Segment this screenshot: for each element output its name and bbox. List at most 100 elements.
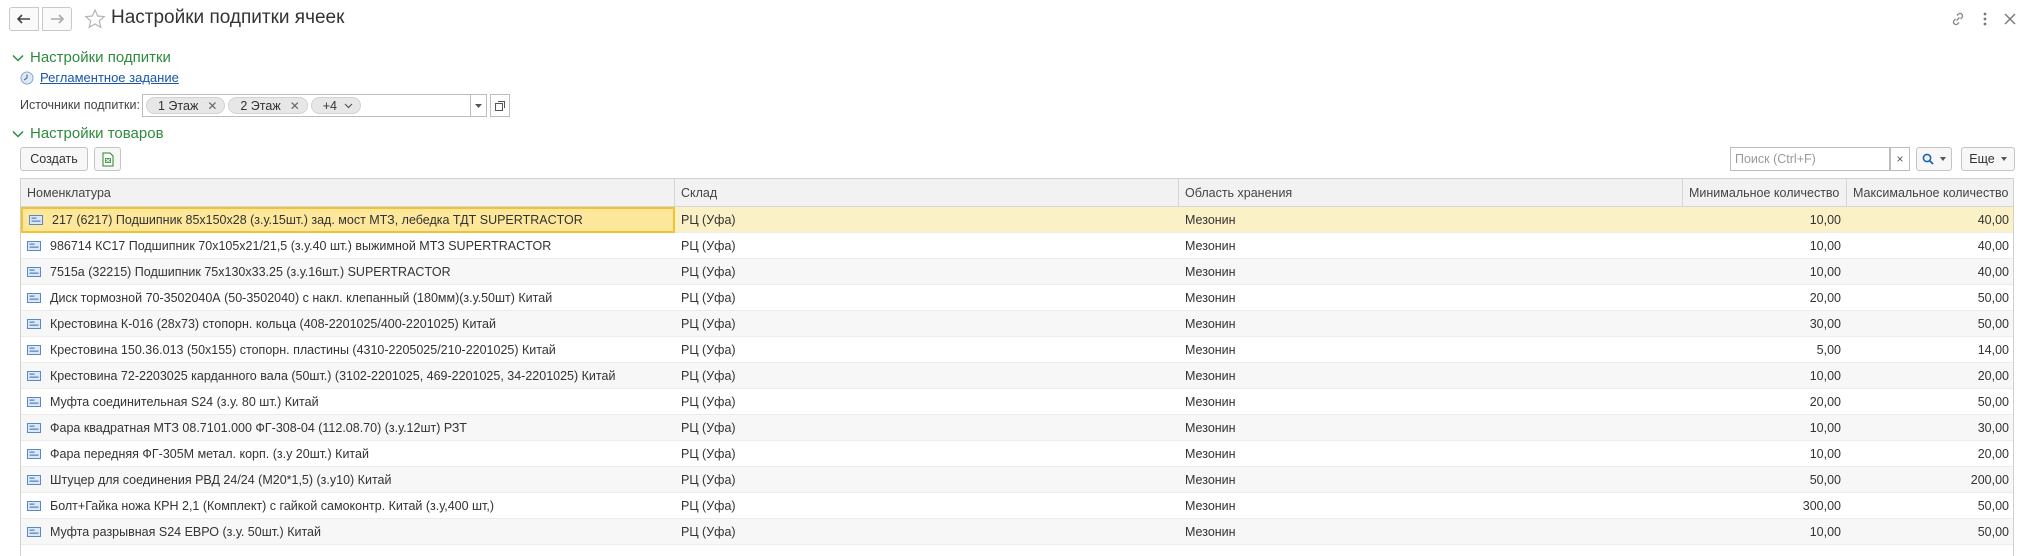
table-row[interactable]: Фара квадратная МТЗ 08.7101.000 ФГ-308-0… [21,415,2013,441]
item-cell[interactable]: Диск тормозной 70-3502040А (50-3502040) … [21,285,675,311]
group-replenish-settings[interactable]: Настройки подпитки [11,49,171,66]
min-qty-cell[interactable]: 300,00 [1683,493,1847,519]
max-qty-cell[interactable]: 30,00 [1847,415,2013,441]
warehouse-cell[interactable]: РЦ (Уфа) [681,311,1179,337]
max-qty-cell[interactable]: 50,00 [1847,389,2013,415]
item-cell[interactable]: Муфта разрывная S24 ЕВРО (з.у. 50шт.) Ки… [21,519,675,545]
warehouse-cell[interactable]: РЦ (Уфа) [681,467,1179,493]
star-icon[interactable] [84,8,106,30]
min-qty-cell[interactable]: 10,00 [1683,233,1847,259]
item-cell[interactable]: 217 (6217) Подшипник 85х150х28 (з.у.15шт… [21,207,675,233]
table-row[interactable]: 7515а (32215) Подшипник 75х130х33.25 (з.… [21,259,2013,285]
max-qty-cell[interactable]: 50,00 [1847,493,2013,519]
min-qty-cell[interactable]: 10,00 [1683,519,1847,545]
item-cell[interactable]: Крестовина 72-2203025 карданного вала (5… [21,363,675,389]
storage-area-cell[interactable]: Мезонин [1185,519,1683,545]
item-cell[interactable]: Фара передняя ФГ-305М метал. корп. (з.у … [21,441,675,467]
storage-area-cell[interactable]: Мезонин [1185,259,1683,285]
min-qty-cell[interactable]: 20,00 [1683,285,1847,311]
remove-tag-icon[interactable]: ✕ [290,99,300,113]
min-qty-cell[interactable]: 50,00 [1683,467,1847,493]
item-cell[interactable]: Крестовина К-016 (28х73) стопорн. кольца… [21,311,675,337]
max-qty-cell[interactable]: 20,00 [1847,441,2013,467]
storage-area-cell[interactable]: Мезонин [1185,363,1683,389]
min-qty-cell[interactable]: 10,00 [1683,363,1847,389]
table-row[interactable]: Фара передняя ФГ-305М метал. корп. (з.у … [21,441,2013,467]
max-qty-cell[interactable]: 20,00 [1847,363,2013,389]
min-qty-cell[interactable]: 10,00 [1683,259,1847,285]
min-qty-cell[interactable]: 20,00 [1683,389,1847,415]
column-header-item[interactable]: Номенклатура [21,179,675,207]
table-row[interactable]: Муфта разрывная S24 ЕВРО (з.у. 50шт.) Ки… [21,519,2013,545]
source-tag[interactable]: 1 Этаж ✕ [146,97,226,114]
search-input[interactable]: Поиск (Ctrl+F) [1730,147,1890,171]
back-button[interactable] [9,7,39,31]
item-cell[interactable]: 986714 КС17 Подшипник 70х105х21/21,5 (з.… [21,233,675,259]
storage-area-cell[interactable]: Мезонин [1185,441,1683,467]
warehouse-cell[interactable]: РЦ (Уфа) [681,259,1179,285]
item-cell[interactable]: Штуцер для соединения РВД 24/24 (М20*1,5… [21,467,675,493]
remove-tag-icon[interactable]: ✕ [207,99,217,113]
max-qty-cell[interactable]: 40,00 [1847,207,2013,233]
table-row[interactable]: Муфта соединительная S24 (з.у. 80 шт.) К… [21,389,2013,415]
item-cell[interactable]: Болт+Гайка ножа КРН 2,1 (Комплект) с гай… [21,493,675,519]
create-button[interactable]: Создать [20,147,88,171]
min-qty-cell[interactable]: 5,00 [1683,337,1847,363]
sources-field[interactable]: 1 Этаж ✕ 2 Этаж ✕ +4 [142,94,471,117]
storage-area-cell[interactable]: Мезонин [1185,233,1683,259]
warehouse-cell[interactable]: РЦ (Уфа) [681,337,1179,363]
source-tag[interactable]: 2 Этаж ✕ [228,97,308,114]
max-qty-cell[interactable]: 50,00 [1847,519,2013,545]
warehouse-cell[interactable]: РЦ (Уфа) [681,493,1179,519]
group-goods-settings[interactable]: Настройки товаров [11,125,164,142]
max-qty-cell[interactable]: 50,00 [1847,285,2013,311]
storage-area-cell[interactable]: Мезонин [1185,467,1683,493]
min-qty-cell[interactable]: 10,00 [1683,441,1847,467]
item-cell[interactable]: Муфта соединительная S24 (з.у. 80 шт.) К… [21,389,675,415]
warehouse-cell[interactable]: РЦ (Уфа) [681,519,1179,545]
table-row[interactable]: Болт+Гайка ножа КРН 2,1 (Комплект) с гай… [21,493,2013,519]
column-header-warehouse[interactable]: Склад [675,179,1179,207]
storage-area-cell[interactable]: Мезонин [1185,285,1683,311]
table-row[interactable]: Диск тормозной 70-3502040А (50-3502040) … [21,285,2013,311]
table-row[interactable]: Крестовина 150.36.013 (50х155) стопорн. … [21,337,2013,363]
max-qty-cell[interactable]: 40,00 [1847,259,2013,285]
more-vertical-icon[interactable] [1975,9,1995,29]
sources-dropdown-button[interactable] [470,94,487,117]
table-row[interactable]: 986714 КС17 Подшипник 70х105х21/21,5 (з.… [21,233,2013,259]
table-row[interactable]: Крестовина К-016 (28х73) стопорн. кольца… [21,311,2013,337]
min-qty-cell[interactable]: 10,00 [1683,415,1847,441]
warehouse-cell[interactable]: РЦ (Уфа) [681,363,1179,389]
more-actions-button[interactable]: Еще [1961,147,2015,171]
link-icon[interactable] [1948,9,1968,29]
close-icon[interactable] [2000,9,2020,29]
table-row[interactable]: Крестовина 72-2203025 карданного вала (5… [21,363,2013,389]
storage-area-cell[interactable]: Мезонин [1185,493,1683,519]
column-header-max-qty[interactable]: Максимальное количество [1847,179,2013,207]
warehouse-cell[interactable]: РЦ (Уфа) [681,285,1179,311]
column-header-storage-area[interactable]: Область хранения [1179,179,1683,207]
warehouse-cell[interactable]: РЦ (Уфа) [681,415,1179,441]
storage-area-cell[interactable]: Мезонин [1185,389,1683,415]
table-row[interactable]: Штуцер для соединения РВД 24/24 (М20*1,5… [21,467,2013,493]
item-cell[interactable]: Крестовина 150.36.013 (50х155) стопорн. … [21,337,675,363]
warehouse-cell[interactable]: РЦ (Уфа) [681,389,1179,415]
column-header-min-qty[interactable]: Минимальное количество [1683,179,1847,207]
scheduled-task-link[interactable]: Регламентное задание [40,70,179,85]
max-qty-cell[interactable]: 14,00 [1847,337,2013,363]
sources-open-button[interactable] [490,94,510,117]
item-cell[interactable]: Фара квадратная МТЗ 08.7101.000 ФГ-308-0… [21,415,675,441]
storage-area-cell[interactable]: Мезонин [1185,337,1683,363]
table-row[interactable]: 217 (6217) Подшипник 85х150х28 (з.у.15шт… [21,207,2013,233]
forward-button[interactable] [42,7,72,31]
warehouse-cell[interactable]: РЦ (Уфа) [681,441,1179,467]
item-cell[interactable]: 7515а (32215) Подшипник 75х130х33.25 (з.… [21,259,675,285]
more-tags[interactable]: +4 [310,97,362,114]
search-options-button[interactable] [1916,147,1952,171]
max-qty-cell[interactable]: 50,00 [1847,311,2013,337]
max-qty-cell[interactable]: 40,00 [1847,233,2013,259]
min-qty-cell[interactable]: 10,00 [1683,207,1847,233]
warehouse-cell[interactable]: РЦ (Уфа) [681,233,1179,259]
storage-area-cell[interactable]: Мезонин [1185,207,1683,233]
min-qty-cell[interactable]: 30,00 [1683,311,1847,337]
